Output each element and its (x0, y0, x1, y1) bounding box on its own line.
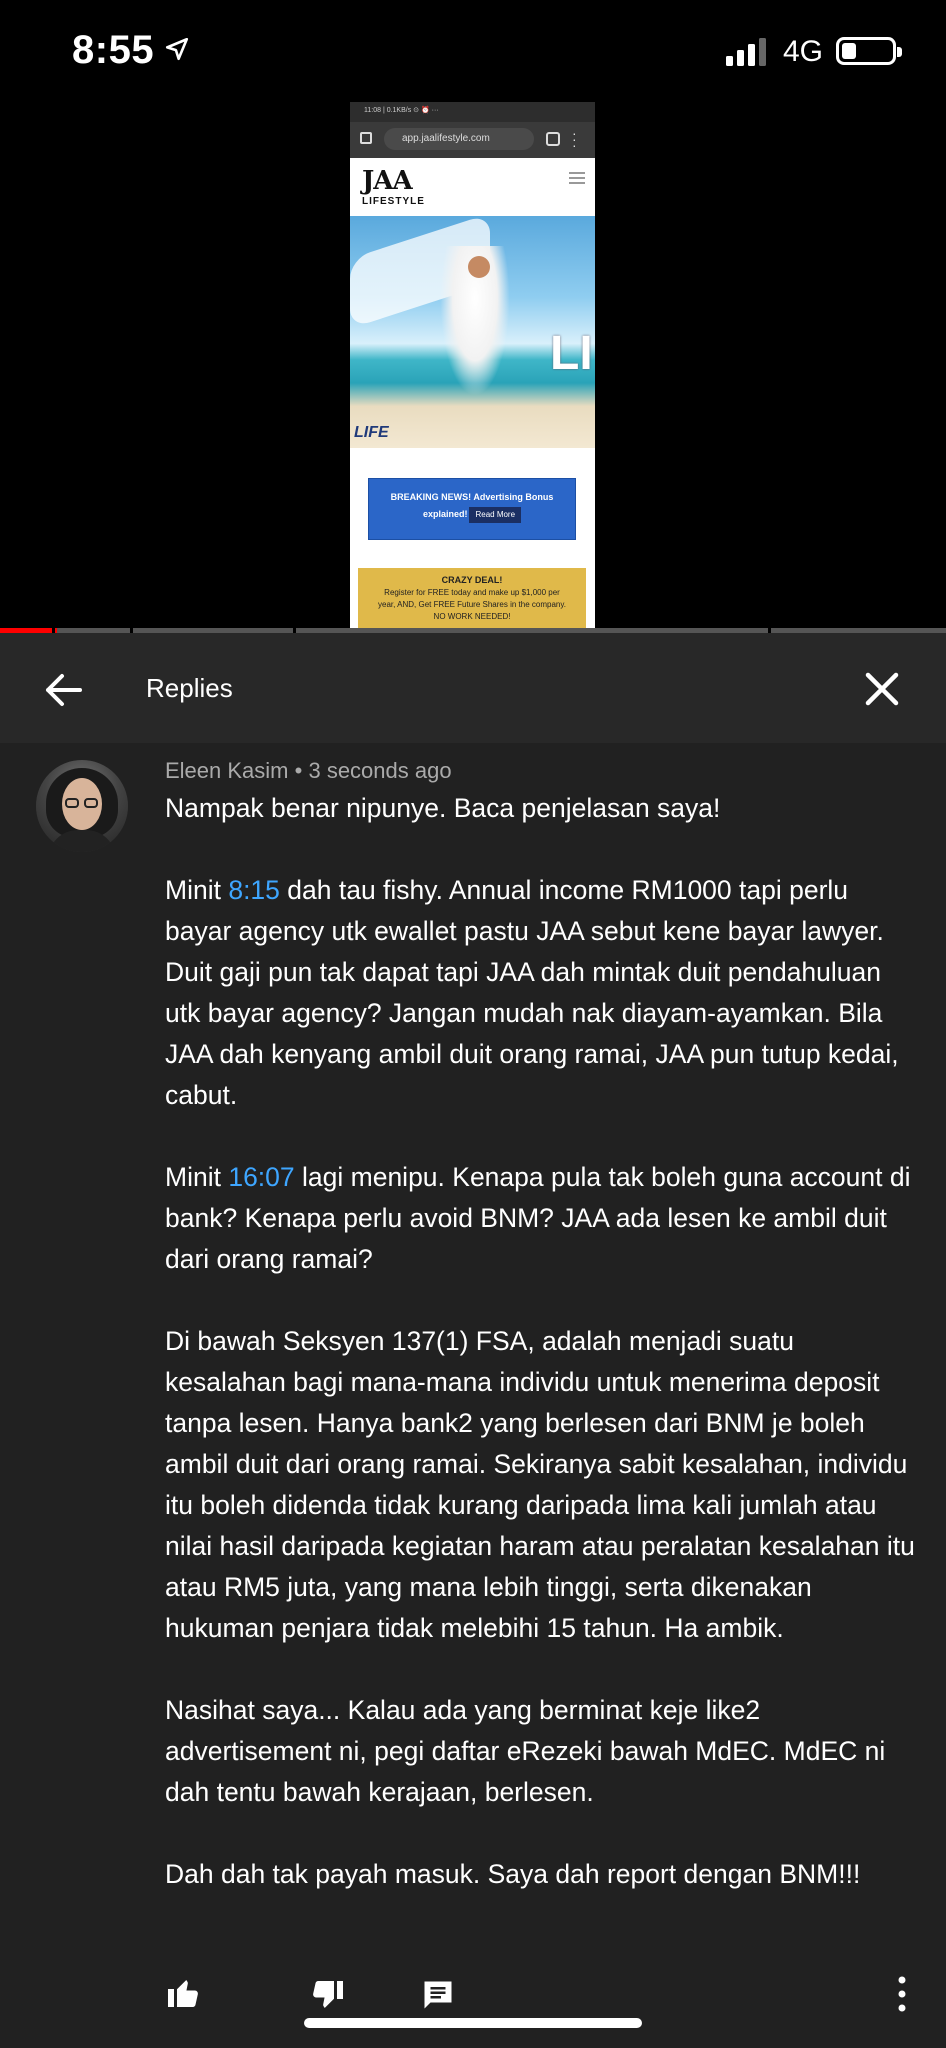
battery-icon (836, 37, 902, 65)
breaking-news-banner: BREAKING NEWS! Advertising Bonus explain… (368, 478, 576, 540)
location-arrow-icon (165, 37, 189, 61)
deal-line-1: Register for FREE today and make up $1,0… (384, 588, 560, 597)
crazy-deal-banner: CRAZY DEAL! Register for FREE today and … (358, 568, 586, 630)
hero-text: LIFE (354, 424, 389, 441)
deal-line-3: NO WORK NEEDED! (433, 612, 511, 621)
kebab-icon: · · · (572, 125, 577, 153)
comment-time: 3 seconds ago (308, 758, 452, 783)
video-frame: 11:08 | 0.1KB/s ⊙ ⏰ ··· app.jaalifestyle… (350, 102, 595, 630)
network-type: 4G (783, 35, 824, 68)
site-header: JAA LIFESTYLE (350, 158, 595, 216)
comment-paragraph: Dah dah tak payah masuk. Saya dah report… (165, 1859, 861, 1889)
timestamp-link[interactable]: 16:07 (228, 1162, 294, 1192)
comment-author[interactable]: Eleen Kasim (165, 758, 289, 783)
comment-paragraph: Nasihat saya... Kalau ada yang berminat … (165, 1695, 886, 1807)
browser-url: app.jaalifestyle.com (384, 128, 534, 150)
comment-paragraph: Minit 8:15 dah tau fishy. Annual income … (165, 875, 899, 1110)
status-time: 8:55 (72, 28, 155, 72)
browser-bar: app.jaalifestyle.com · · · (350, 122, 595, 158)
status-bar: 8:55 4G (0, 0, 946, 100)
comment-meta: Eleen Kasim • 3 seconds ago (165, 758, 452, 784)
hero-side-text: LI (550, 327, 593, 380)
page-title: Replies (146, 673, 233, 703)
site-logo: JAA (362, 166, 413, 196)
breaking-news-text: BREAKING NEWS! Advertising Bonus (390, 492, 554, 502)
video-player[interactable]: 11:08 | 0.1KB/s ⊙ ⏰ ··· app.jaalifestyle… (0, 100, 946, 630)
hero-image: LI LIFE (350, 216, 595, 448)
comment-paragraph: Di bawah Seksyen 137(1) FSA, adalah menj… (165, 1326, 915, 1643)
meta-separator: • (294, 758, 303, 783)
hamburger-icon (569, 172, 585, 184)
reply-icon[interactable] (420, 1977, 456, 2013)
comment-paragraph: Nampak benar nipunye. Baca penjelasan sa… (165, 793, 721, 823)
comment-paragraph: Minit 16:07 lagi menipu. Kenapa pula tak… (165, 1162, 911, 1274)
read-more-button: Read More (469, 507, 522, 523)
timestamp-link[interactable]: 8:15 (228, 875, 280, 905)
back-arrow-icon[interactable] (40, 667, 86, 713)
replies-header: Replies (0, 633, 946, 743)
deal-line-2: year, AND, Get FREE Future Shares in the… (378, 600, 566, 609)
comment-body: Nampak benar nipunye. Baca penjelasan sa… (165, 788, 917, 1936)
phone-status-text: 11:08 | 0.1KB/s ⊙ ⏰ ··· (350, 102, 595, 122)
tabs-icon (546, 132, 560, 146)
home-icon (360, 132, 372, 144)
deal-title: CRAZY DEAL! (441, 575, 503, 585)
site-logo-sub: LIFESTYLE (362, 196, 425, 207)
avatar[interactable] (36, 760, 128, 852)
signal-icon (726, 38, 766, 66)
breaking-news-text-2: explained! (422, 509, 468, 519)
home-indicator[interactable] (304, 2018, 642, 2028)
thumbs-down-icon[interactable] (310, 1978, 346, 2014)
thumbs-up-icon[interactable] (165, 1974, 201, 2010)
close-icon[interactable] (862, 669, 902, 709)
more-vert-icon[interactable] (896, 1974, 908, 2014)
